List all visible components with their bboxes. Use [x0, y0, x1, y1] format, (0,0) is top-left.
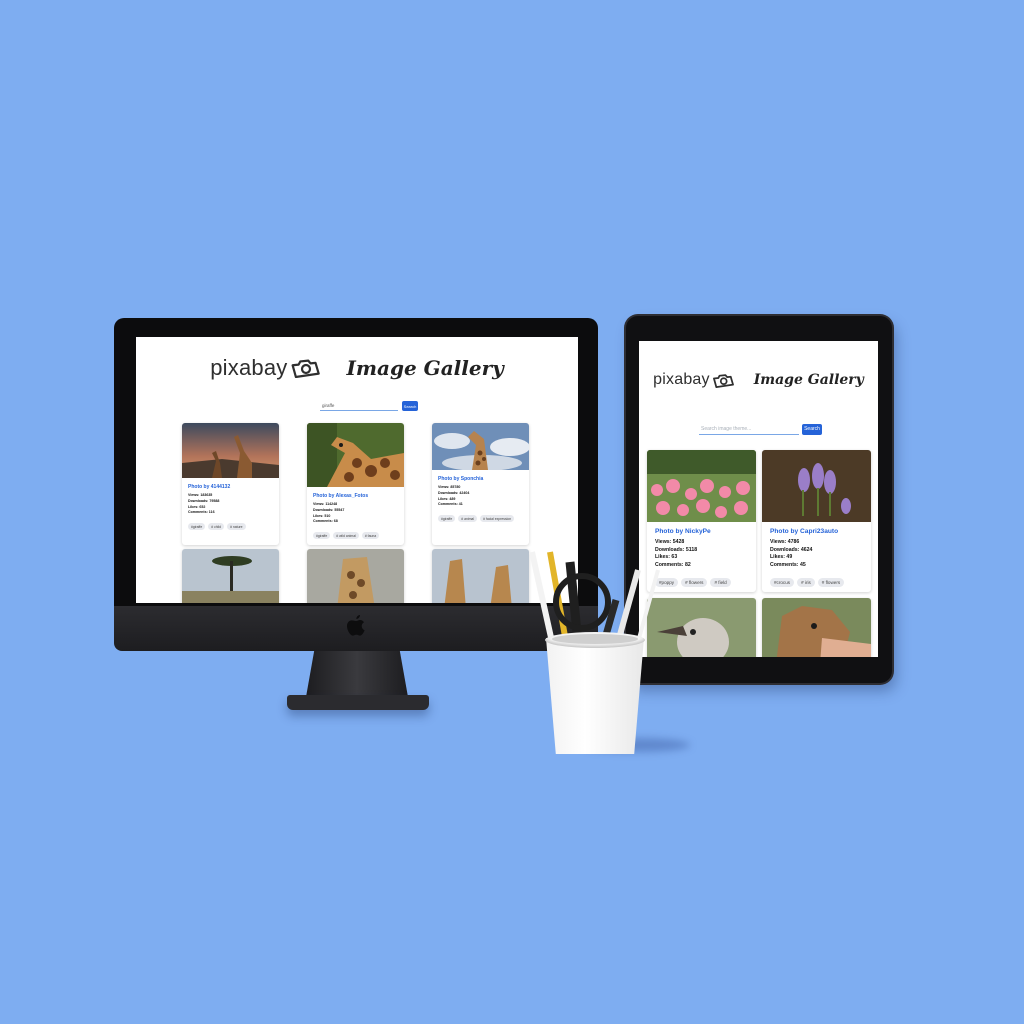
page-title: Image Gallery [753, 372, 864, 388]
search-input[interactable] [320, 401, 398, 411]
tag[interactable]: # nature [227, 523, 246, 531]
photo-giraffe-sky[interactable] [432, 423, 529, 470]
imac-screen: pixabay Image Gallery Search [136, 337, 578, 603]
photo-dog[interactable] [762, 598, 871, 657]
tag[interactable]: # iris [797, 578, 815, 588]
tag[interactable]: # child [208, 523, 225, 531]
card-views: Views: 4786 [770, 539, 800, 545]
search-input[interactable] [699, 423, 799, 435]
card-author[interactable]: Photo by Sponchia [438, 476, 529, 482]
photo-giraffe-closeup[interactable] [307, 423, 404, 487]
pixabay-logo: pixabay [210, 355, 288, 380]
photo-crocus[interactable] [762, 450, 871, 522]
tag[interactable]: #giraffe [188, 523, 206, 531]
photo-thumbnail [182, 423, 279, 478]
photo-giraffe-sunset[interactable] [182, 423, 279, 478]
tag[interactable]: # wild animal [333, 532, 359, 540]
image-card[interactable] [762, 598, 871, 657]
card-comments: Comments: 45 [770, 561, 806, 568]
photo-thumbnail [647, 450, 756, 522]
imac-stand [306, 651, 408, 697]
image-card[interactable]: Photo by Alexas_Fotos Views: 114248 Down… [307, 423, 404, 545]
pencil-cup [546, 638, 644, 754]
pencil-cup-inner [552, 634, 638, 644]
card-tags: #giraffe # wild animal # fauna [313, 532, 404, 540]
image-card[interactable] [307, 549, 404, 603]
image-card[interactable]: Photo by Capri23auto Views: 4786 Downloa… [762, 450, 871, 592]
photo-thumbnail [432, 423, 529, 470]
photo-giraffe-head[interactable] [307, 549, 404, 603]
card-tags: #giraffe # child # nature [188, 523, 279, 531]
card-downloads: Downloads: 4624 [770, 546, 813, 553]
photo-giraffes-pair[interactable] [432, 549, 529, 603]
card-tags: #giraffe # animal # facial expression [438, 515, 529, 523]
imac-foot [287, 695, 429, 710]
tag[interactable]: #giraffe [313, 532, 331, 540]
card-author[interactable]: Photo by Capri23auto [770, 528, 871, 535]
card-tags: #crocus # iris # flowers [770, 578, 871, 588]
tag[interactable]: # flowers [817, 578, 845, 588]
page-title: Image Gallery [346, 356, 504, 380]
search-button[interactable]: Search [402, 401, 418, 411]
image-card[interactable]: Photo by Sponchia Views: 85780 Downloads… [432, 423, 529, 545]
image-card[interactable] [182, 549, 279, 603]
image-card[interactable]: Photo by 4144132 Views: 183635 Downloads… [182, 423, 279, 545]
search-bar: Search [320, 401, 418, 411]
camera-icon [292, 359, 321, 378]
card-comments: Comments: 68 [313, 519, 338, 524]
search-bar: Search [699, 423, 822, 435]
photo-acacia-tree[interactable] [182, 549, 279, 603]
card-author[interactable]: Photo by NickyPe [655, 528, 756, 535]
tag[interactable]: #giraffe [438, 515, 456, 523]
card-comments: Comments: 116 [188, 510, 215, 515]
pixabay-logo: pixabay [653, 371, 710, 388]
tag[interactable]: # fauna [361, 532, 380, 540]
tag[interactable]: # field [710, 578, 731, 588]
tag[interactable]: # flowers [681, 578, 708, 588]
image-card[interactable] [432, 549, 529, 603]
tag[interactable]: #crocus [770, 578, 795, 588]
photo-poppy-field[interactable] [647, 450, 756, 522]
photo-thumbnail [307, 423, 404, 487]
tag[interactable]: # facial expression [480, 515, 515, 523]
card-author[interactable]: Photo by Alexas_Fotos [313, 493, 404, 499]
tag[interactable]: # animal [458, 515, 478, 523]
search-button[interactable]: Search [802, 423, 822, 435]
header: pixabay Image Gallery [639, 367, 878, 393]
header: pixabay Image Gallery [136, 351, 578, 385]
card-likes: Likes: 49 [770, 554, 793, 561]
photo-thumbnail [762, 450, 871, 522]
camera-icon [712, 373, 734, 388]
card-author[interactable]: Photo by 4144132 [188, 484, 279, 490]
apple-icon [347, 615, 365, 636]
card-comments: Comments: 41 [438, 502, 463, 507]
